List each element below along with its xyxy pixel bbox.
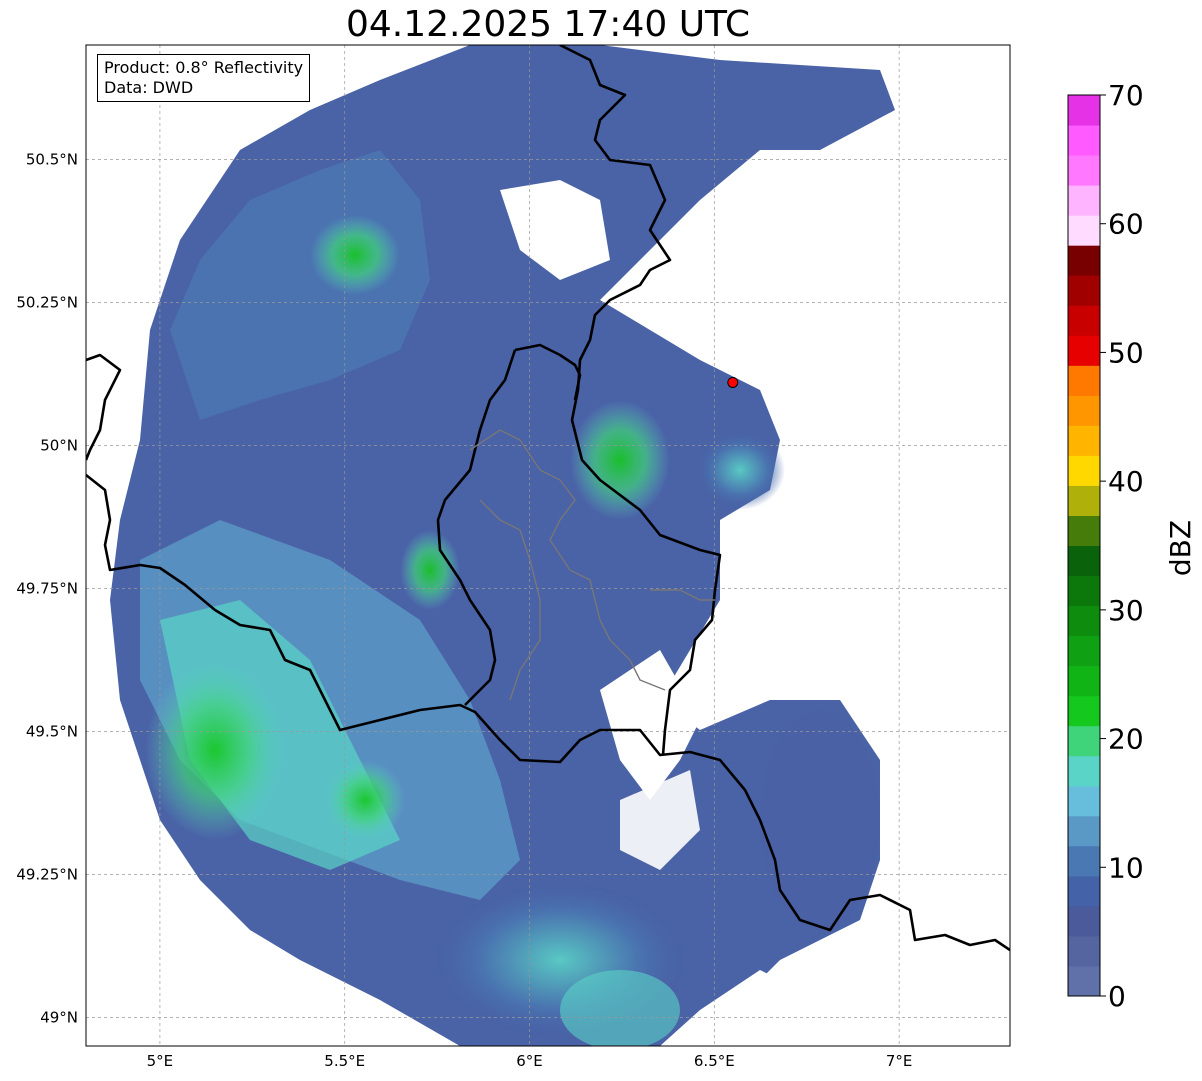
colorbar-tick-label: 60 (1108, 208, 1144, 241)
x-tick-label: 6.5°E (694, 1052, 735, 1070)
colorbar-segment (1068, 815, 1100, 847)
colorbar-segment (1068, 215, 1100, 246)
colorbar-segment (1068, 125, 1100, 156)
colorbar-segment (1068, 155, 1100, 186)
colorbar-segment (1068, 95, 1100, 126)
colorbar-ticks: 0 10 20 30 40 50 60 70 (1100, 79, 1144, 1013)
colorbar-tick-label: 0 (1108, 980, 1126, 1013)
colorbar-tick-label: 70 (1108, 79, 1144, 112)
colorbar-tick-label: 40 (1108, 465, 1144, 498)
radar-map: 5°E 5.5°E 6°E 6.5°E 7°E 49°N 49.25°N 49.5°N 49.… (16, 44, 1197, 1070)
colorbar-segment (1068, 305, 1100, 336)
colorbar-segment (1068, 935, 1100, 967)
y-axis-ticks: 49°N 49.25°N 49.5°N 49.75°N 50°N 50.25°N 50.5°… (16, 150, 78, 1026)
y-tick-label: 49.25°N (16, 865, 78, 883)
colorbar-segment (1068, 965, 1100, 997)
colorbar-segment (1068, 875, 1100, 907)
colorbar-tick-label: 20 (1108, 723, 1144, 756)
y-tick-label: 49.75°N (16, 579, 78, 597)
colorbar-tick-label: 30 (1108, 594, 1144, 627)
colorbar-segment (1068, 605, 1100, 637)
colorbar-segment (1068, 845, 1100, 877)
colorbar-segment (1068, 515, 1100, 546)
colorbar-segment (1068, 245, 1100, 276)
radar-site-marker (727, 376, 739, 388)
y-tick-label: 50.25°N (16, 293, 78, 311)
x-tick-label: 5°E (147, 1052, 174, 1070)
colorbar-segment (1068, 635, 1100, 667)
colorbar-segment (1068, 335, 1100, 366)
y-tick-label: 49°N (40, 1008, 78, 1026)
x-tick-label: 7°E (886, 1052, 913, 1070)
x-axis-ticks: 5°E 5.5°E 6°E 6.5°E 7°E (147, 1052, 913, 1070)
colorbar-tick-label: 10 (1108, 851, 1144, 884)
data-source-text: Data: DWD (104, 78, 194, 97)
y-tick-label: 50°N (40, 436, 78, 454)
y-tick-label: 49.5°N (26, 722, 78, 740)
colorbar-segment (1068, 485, 1100, 516)
colorbar-segment (1068, 755, 1100, 787)
colorbar-segment (1068, 725, 1100, 757)
colorbar-segment (1068, 785, 1100, 817)
x-tick-label: 6°E (516, 1052, 543, 1070)
colorbar-tick-label: 50 (1108, 336, 1144, 369)
colorbar-segment (1068, 365, 1100, 396)
colorbar-segment (1068, 275, 1100, 306)
colorbar-segment (1068, 395, 1100, 426)
colorbar-segment (1068, 695, 1100, 727)
info-box: Product: 0.8° Reflectivity Data: DWD (97, 54, 311, 102)
colorbar-segment (1068, 455, 1100, 486)
dbz-colorbar (1067, 94, 1101, 997)
colorbar-segment (1068, 185, 1100, 216)
x-tick-label: 5.5°E (324, 1052, 365, 1070)
product-text: Product: 0.8° Reflectivity (104, 58, 304, 77)
colorbar-label: dBZ (1164, 520, 1197, 576)
y-tick-label: 50.5°N (26, 150, 78, 168)
colorbar-segment (1068, 575, 1100, 607)
colorbar-segment (1068, 425, 1100, 456)
colorbar-segment (1068, 665, 1100, 697)
colorbar-segment (1068, 545, 1100, 577)
colorbar-segment (1068, 905, 1100, 937)
